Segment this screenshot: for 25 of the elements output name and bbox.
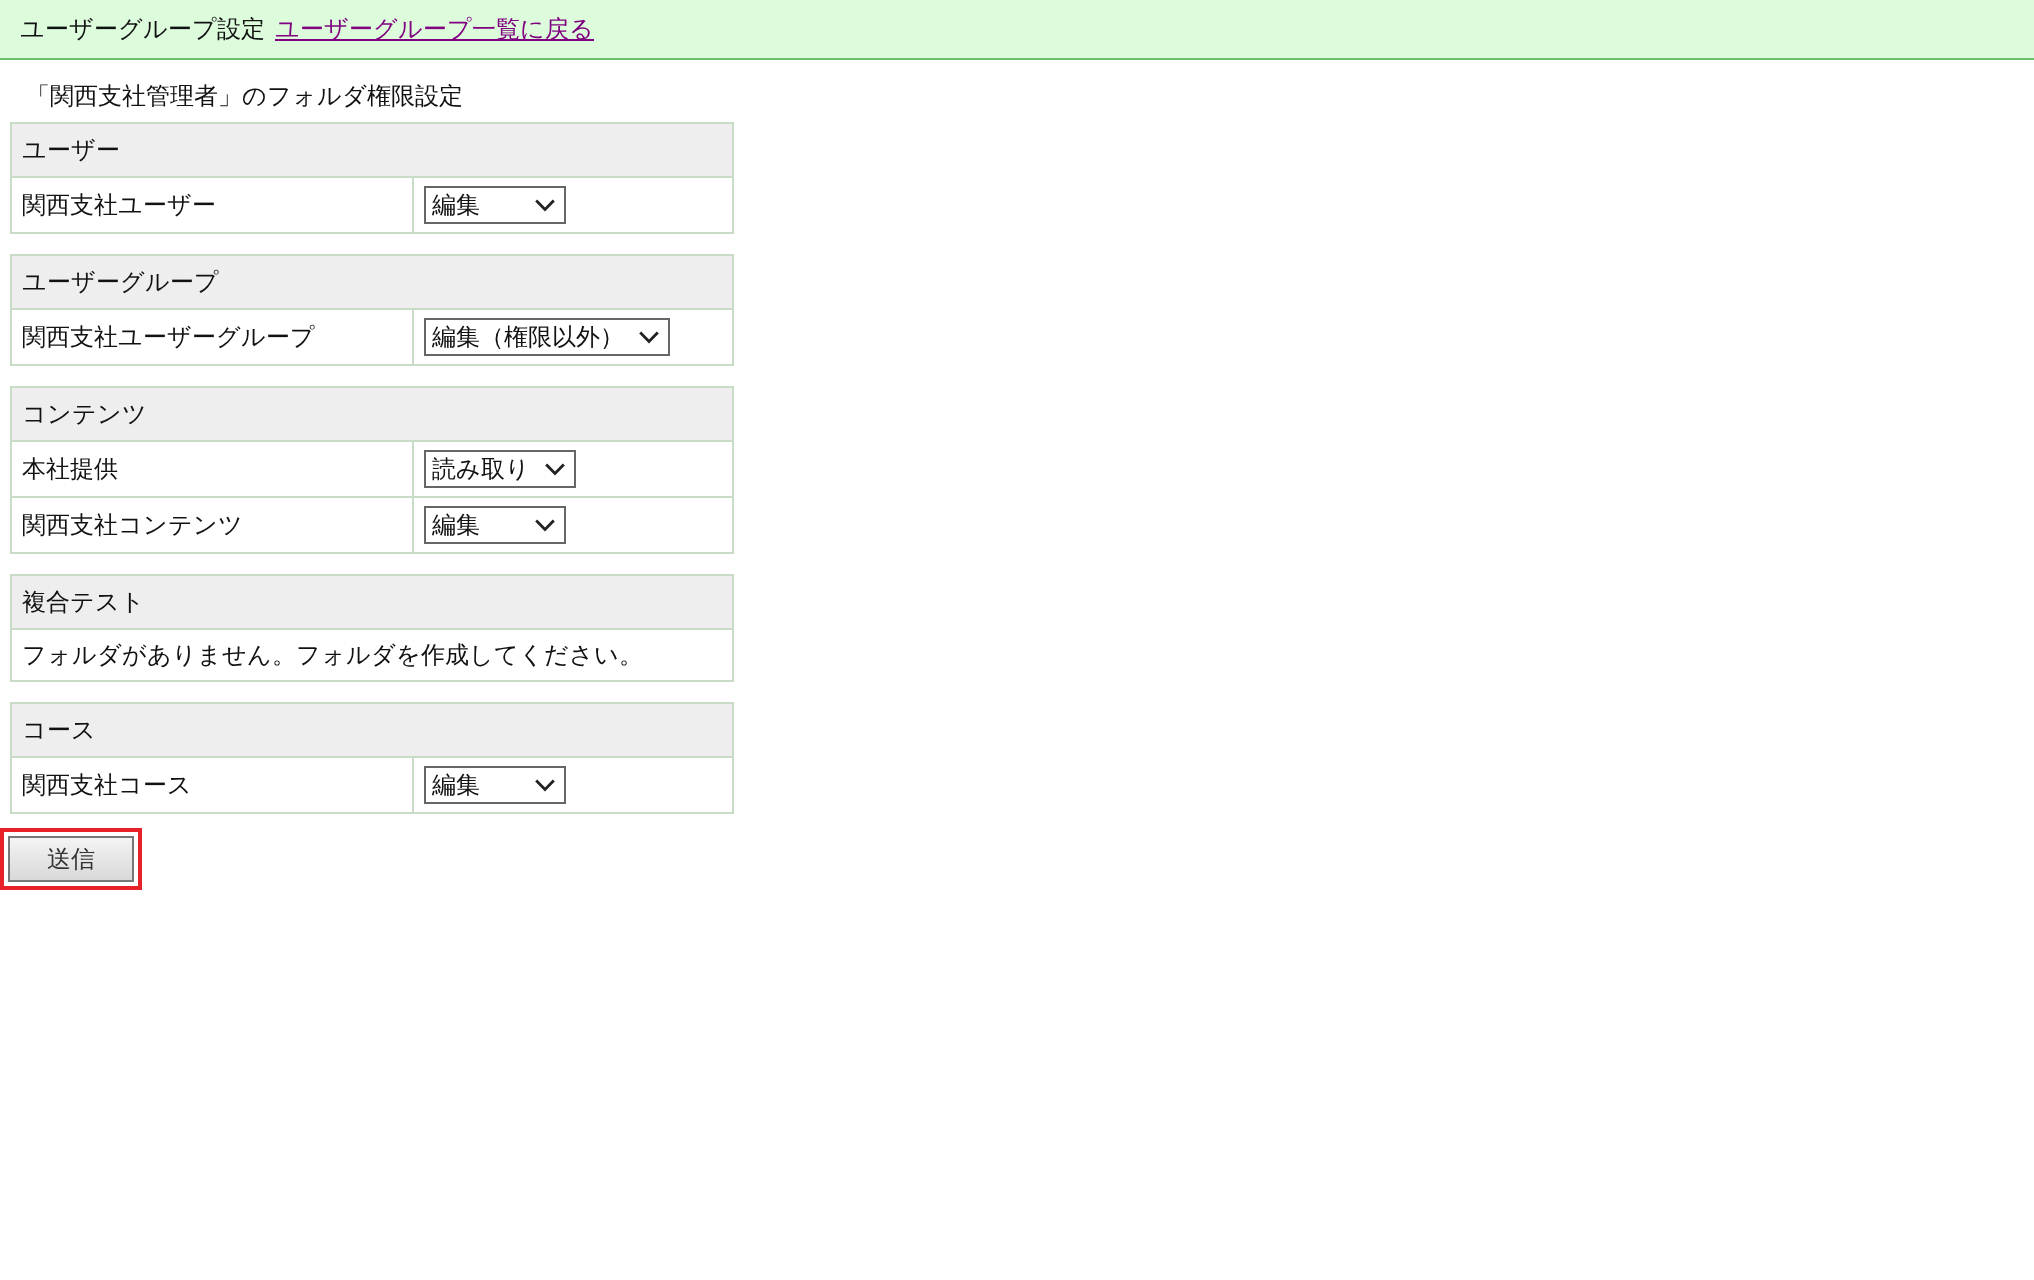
folder-name: 関西支社コース — [11, 757, 413, 813]
permission-dropdown[interactable]: 編集（権限以外） — [424, 318, 670, 356]
page-title: ユーザーグループ設定 — [20, 14, 265, 45]
back-link[interactable]: ユーザーグループ一覧に戻る — [275, 13, 594, 45]
section-title: ユーザー — [11, 123, 733, 177]
folder-name: 関西支社ユーザー — [11, 177, 413, 233]
submit-button[interactable]: 送信 — [8, 836, 134, 882]
section-title: 複合テスト — [11, 575, 733, 629]
section-title: コース — [11, 703, 733, 757]
folder-name: 関西支社コンテンツ — [11, 497, 413, 553]
folder-name: 関西支社ユーザーグループ — [11, 309, 413, 365]
folder-name: 本社提供 — [11, 441, 413, 497]
chevron-down-icon — [534, 197, 556, 213]
page-heading: 「関西支社管理者」のフォルダ権限設定 — [25, 81, 464, 112]
chevron-down-icon — [638, 329, 660, 345]
permission-dropdown[interactable]: 編集 — [424, 186, 566, 224]
permission-dropdown[interactable]: 編集 — [424, 506, 566, 544]
permission-dropdown[interactable]: 読み取り — [424, 450, 576, 488]
permission-dropdown[interactable]: 編集 — [424, 766, 566, 804]
chevron-down-icon — [534, 777, 556, 793]
section-title: コンテンツ — [11, 387, 733, 441]
empty-message: フォルダがありません。フォルダを作成してください。 — [11, 629, 733, 681]
section-title: ユーザーグループ — [11, 255, 733, 309]
chevron-down-icon — [544, 461, 566, 477]
chevron-down-icon — [534, 517, 556, 533]
